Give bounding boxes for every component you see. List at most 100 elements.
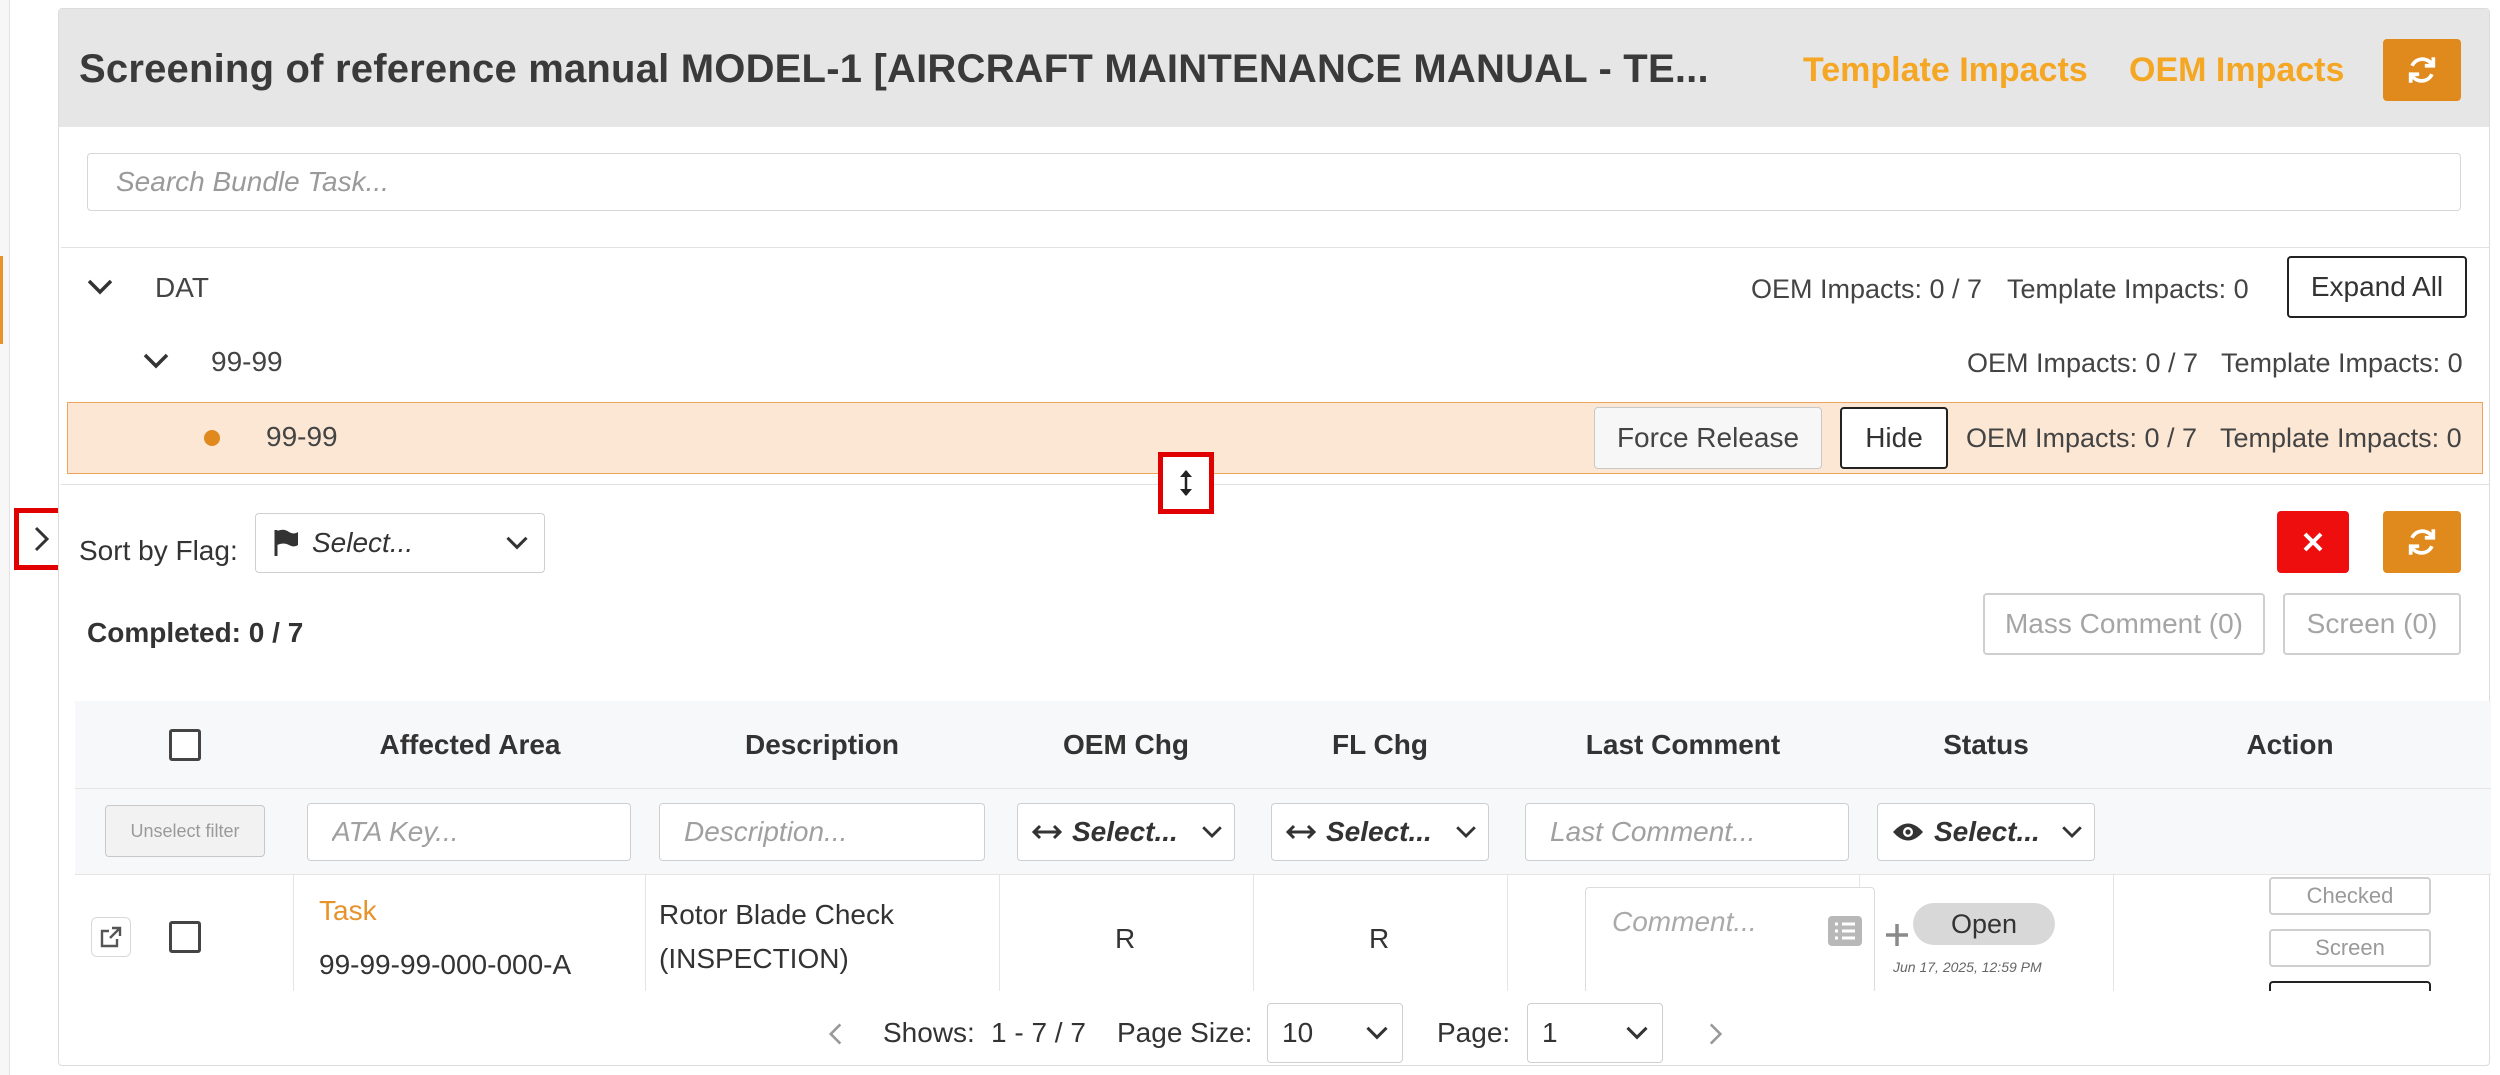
- tree-row-child: 99-99 OEM Impacts: 0 / 7 Template Impact…: [61, 324, 2489, 400]
- action-button-partial[interactable]: [2269, 981, 2431, 991]
- header-refresh-button[interactable]: [2383, 39, 2461, 101]
- column-divider: [1507, 875, 1508, 991]
- chevron-down-icon: [87, 279, 113, 295]
- column-divider: [293, 875, 294, 991]
- chevron-down-icon: [506, 536, 528, 550]
- horizontal-arrows-icon: [1286, 824, 1316, 840]
- column-divider: [1253, 875, 1254, 991]
- checked-action-button[interactable]: Checked: [2269, 877, 2431, 915]
- page-select[interactable]: 1: [1527, 1003, 1663, 1063]
- collapse-99-99-toggle[interactable]: [141, 346, 171, 376]
- force-release-button[interactable]: Force Release: [1594, 407, 1822, 469]
- tree-label-leaf: 99-99: [266, 421, 338, 452]
- task-type-link[interactable]: Task: [319, 889, 377, 933]
- panel-header: Screening of reference manual MODEL-1 [A…: [59, 9, 2489, 127]
- page-size-value: 10: [1282, 1017, 1314, 1048]
- sort-by-flag-label: Sort by Flag:: [79, 535, 238, 566]
- mass-comment-button[interactable]: Mass Comment (0): [1983, 593, 2265, 655]
- close-icon: [2303, 532, 2323, 552]
- column-header-last-comment[interactable]: Last Comment: [1507, 701, 1859, 789]
- ata-key-value: 99-99-99-000-000-A: [319, 949, 572, 980]
- page-title: Screening of reference manual MODEL-1 [A…: [79, 47, 1709, 91]
- last-comment-filter-input[interactable]: [1525, 803, 1849, 861]
- dat-oem-impacts: OEM Impacts: 0 / 7: [1751, 274, 1983, 304]
- chevron-left-icon[interactable]: [825, 1021, 847, 1047]
- status-dot: [204, 430, 220, 446]
- sidebar-active-indicator: [0, 256, 3, 344]
- unselect-filter-button[interactable]: Unselect filter: [105, 805, 265, 857]
- select-all-checkbox[interactable]: [169, 729, 201, 761]
- tree-label-99-99: 99-99: [211, 346, 283, 377]
- dat-template-impacts: Template Impacts: 0: [2007, 274, 2249, 304]
- description-filter-input[interactable]: [659, 803, 985, 861]
- list-refresh-button[interactable]: [2383, 511, 2461, 573]
- ata-key-filter-input[interactable]: [307, 803, 631, 861]
- child-template-impacts: Template Impacts: 0: [2221, 348, 2463, 378]
- chevron-right-icon[interactable]: [1705, 1021, 1727, 1047]
- column-header-fl-chg[interactable]: FL Chg: [1253, 701, 1507, 789]
- description-line-2: (INSPECTION): [659, 943, 849, 974]
- hide-button[interactable]: Hide: [1840, 407, 1948, 469]
- resize-handle[interactable]: [1158, 452, 1214, 514]
- fl-chg-value: R: [1369, 923, 1390, 954]
- column-header-oem-chg[interactable]: OEM Chg: [999, 701, 1253, 789]
- tasks-table: Affected Area Description OEM Chg FL Chg…: [75, 701, 2491, 991]
- page-size-label: Page Size:: [1117, 1017, 1253, 1048]
- oem-chg-value: R: [1115, 923, 1136, 954]
- tree-row-root: DAT OEM Impacts: 0 / 7 Template Impacts:…: [61, 248, 2489, 324]
- table-row[interactable]: Task 99-99-99-000-000-A Rotor Blade Chec…: [75, 875, 2491, 991]
- list-icon[interactable]: [1827, 915, 1863, 947]
- shows-value: 1 - 7 / 7: [991, 1017, 1086, 1048]
- chevron-down-icon: [1626, 1026, 1648, 1040]
- collapse-dat-toggle[interactable]: [85, 272, 115, 302]
- leaf-oem-impacts: OEM Impacts: 0 / 7: [1966, 423, 2198, 453]
- child-oem-impacts: OEM Impacts: 0 / 7: [1967, 348, 2199, 378]
- search-bundle-input[interactable]: [88, 154, 2460, 210]
- left-sidebar-strip: [0, 0, 10, 1075]
- page-size-select[interactable]: 10: [1267, 1003, 1403, 1063]
- sort-by-flag-select[interactable]: Select...: [255, 513, 545, 573]
- template-impacts-link[interactable]: Template Impacts: [1803, 51, 2088, 90]
- row-checkbox[interactable]: [169, 921, 201, 953]
- oem-chg-filter-select[interactable]: Select...: [1017, 803, 1235, 861]
- screen-action-button[interactable]: Screen: [2269, 929, 2431, 967]
- horizontal-arrows-icon: [1032, 824, 1062, 840]
- chevron-down-icon: [1202, 826, 1222, 838]
- refresh-icon: [2408, 529, 2436, 555]
- chevron-down-icon: [1456, 826, 1476, 838]
- external-link-icon: [100, 926, 122, 948]
- description-line-1: Rotor Blade Check: [659, 899, 895, 930]
- clear-button[interactable]: [2277, 511, 2349, 573]
- tree-row-selected[interactable]: 99-99 Force Release Hide OEM Impacts: 0 …: [67, 402, 2483, 474]
- status-filter-value: Select...: [1934, 816, 2040, 847]
- filter-row: Unselect filter Select... Select... Sele…: [75, 789, 2491, 875]
- chevron-right-icon: [34, 526, 50, 552]
- expand-all-button[interactable]: Expand All: [2287, 256, 2467, 318]
- status-filter-select[interactable]: Select...: [1877, 803, 2095, 861]
- completed-count: Completed: 0 / 7: [87, 617, 304, 648]
- fl-chg-filter-select[interactable]: Select...: [1271, 803, 1489, 861]
- column-divider: [2113, 875, 2114, 991]
- eye-icon: [1893, 823, 1923, 841]
- table-header: Affected Area Description OEM Chg FL Chg…: [75, 701, 2491, 789]
- plus-icon[interactable]: [1883, 921, 1911, 949]
- pagination-bar: Shows: 1 - 7 / 7 Page Size: 10 Page: 1: [59, 999, 2489, 1065]
- oem-chg-filter-value: Select...: [1072, 816, 1178, 847]
- flag-icon: [274, 529, 298, 556]
- screening-panel: Screening of reference manual MODEL-1 [A…: [58, 8, 2491, 1066]
- oem-impacts-link[interactable]: OEM Impacts: [2129, 51, 2344, 90]
- vertical-resize-icon: [1180, 470, 1192, 496]
- bundle-search: [87, 153, 2461, 211]
- column-header-status[interactable]: Status: [1859, 701, 2113, 789]
- shows-label: Shows:: [883, 1017, 975, 1048]
- page-value: 1: [1542, 1017, 1558, 1048]
- column-divider: [645, 875, 646, 991]
- open-external-button[interactable]: [91, 917, 131, 957]
- page-label: Page:: [1437, 1017, 1511, 1048]
- screen-button[interactable]: Screen (0): [2283, 593, 2461, 655]
- refresh-icon: [2408, 57, 2436, 83]
- column-header-description[interactable]: Description: [645, 701, 999, 789]
- tree-label-dat: DAT: [155, 272, 209, 303]
- column-header-action: Action: [2246, 729, 2334, 760]
- column-header-affected-area[interactable]: Affected Area: [295, 701, 645, 789]
